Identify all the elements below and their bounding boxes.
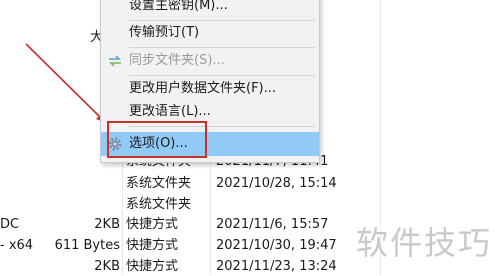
row-type: 快捷方式: [126, 217, 179, 232]
row-size: 611 Bytes: [54, 238, 120, 253]
menu-separator: [129, 75, 315, 76]
row-name[interactable]: - x64: [0, 237, 33, 255]
row-size: 2KB: [94, 217, 120, 232]
menu-item-set-master-key[interactable]: 设置主密钥(M)...: [101, 0, 319, 17]
row-type: 快捷方式: [126, 259, 179, 274]
menu-item-change-language[interactable]: 更改语言(L)...: [101, 101, 319, 123]
row-size: 2KB: [94, 259, 120, 274]
sync-icon: [107, 53, 123, 77]
menu-item-change-user-data-folder[interactable]: 更改用户数据文件夹(F)...: [101, 78, 319, 100]
menu-item-label: 传输预订(T): [129, 25, 200, 40]
row-date: 2021/10/30, 19:47: [216, 238, 337, 253]
watermark: 软件技巧: [356, 224, 493, 262]
row-date: 2021/11/6, 15:57: [216, 217, 329, 232]
row-date: 2021/10/28, 15:14: [216, 176, 337, 191]
row-type: 系统文件夹: [126, 197, 192, 212]
row-type: 快捷方式: [126, 238, 179, 253]
menu-item-label: 同步文件夹(S)...: [129, 53, 225, 68]
row-type: 系统文件夹: [126, 176, 192, 191]
menu-separator: [129, 47, 315, 48]
menu-item-label: 更改语言(L)...: [129, 104, 211, 119]
menu-item-sync-folder[interactable]: 同步文件夹(S)...: [101, 50, 319, 72]
row-date: 2021/11/23, 13:24: [216, 259, 337, 274]
menu-item-transfer-queue[interactable]: 传输预订(T): [101, 22, 319, 44]
row-name[interactable]: DC: [0, 216, 19, 234]
menu-item-label: 设置主密钥(M)...: [129, 0, 228, 13]
menu-separator: [129, 20, 315, 21]
annotation-highlight-box: [107, 121, 207, 158]
menu-item-label: 更改用户数据文件夹(F)...: [129, 81, 277, 96]
